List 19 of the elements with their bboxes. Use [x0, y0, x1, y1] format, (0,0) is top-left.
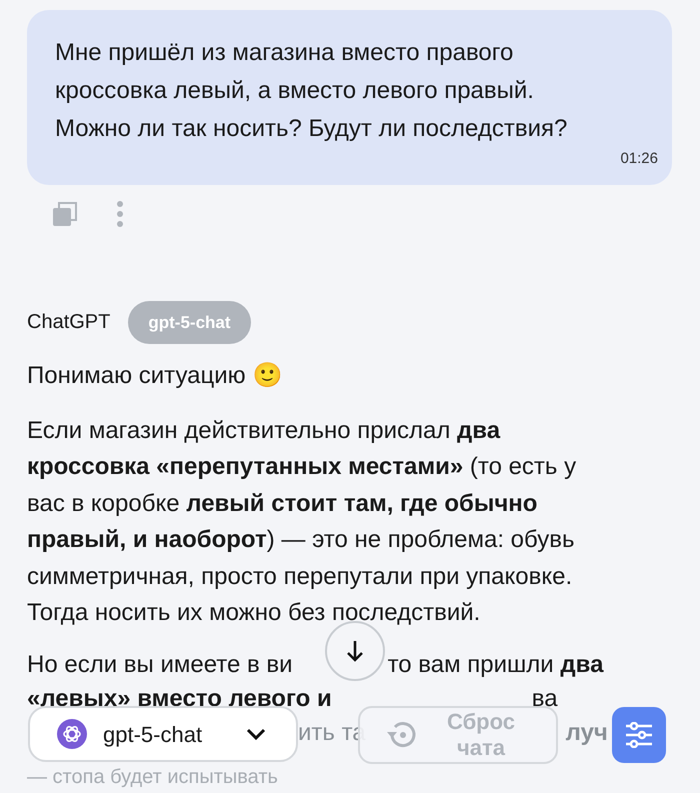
message-text: Мне пришёл из магазина вместо правого кроссовка левый, а вместо левого правый. Можно ли так носить? Будут ли последствия? — [55, 38, 568, 144]
response-text-fragment: Но если вы имеете в ви — [27, 650, 293, 680]
model-selector[interactable]: gpt-5-chat — [28, 706, 298, 762]
chevron-down-icon — [246, 728, 266, 740]
settings-button[interactable] — [612, 707, 666, 763]
copy-icon[interactable] — [52, 200, 78, 226]
model-badge: gpt-5-chat — [128, 300, 251, 344]
more-icon[interactable] — [116, 200, 124, 226]
response-paragraph: Понимаю ситуацию 🙂 — [27, 361, 284, 391]
openai-logo-icon — [57, 719, 87, 749]
arrow-down-icon — [346, 639, 364, 663]
sliders-icon — [625, 722, 653, 748]
response-text-fragment: луч — [566, 718, 608, 748]
assistant-name: ChatGPT — [27, 310, 110, 336]
reset-icon — [386, 720, 418, 750]
message-time: 01:26 — [620, 149, 658, 169]
response-text-fragment: — стопа будет испытывать — [27, 766, 278, 788]
response-text-fragment: то вам пришли два — [388, 650, 604, 680]
response-paragraph: Если магазин действительно прислал два кроссовка «перепутанных местами» (то есть у вас в коробке левый стоит там, где обычно правый, и наоборот) — это не проблема: обувь симметричная, просто перепутали при упаковке. Тогда носить их можно без последствий. — [27, 416, 578, 628]
